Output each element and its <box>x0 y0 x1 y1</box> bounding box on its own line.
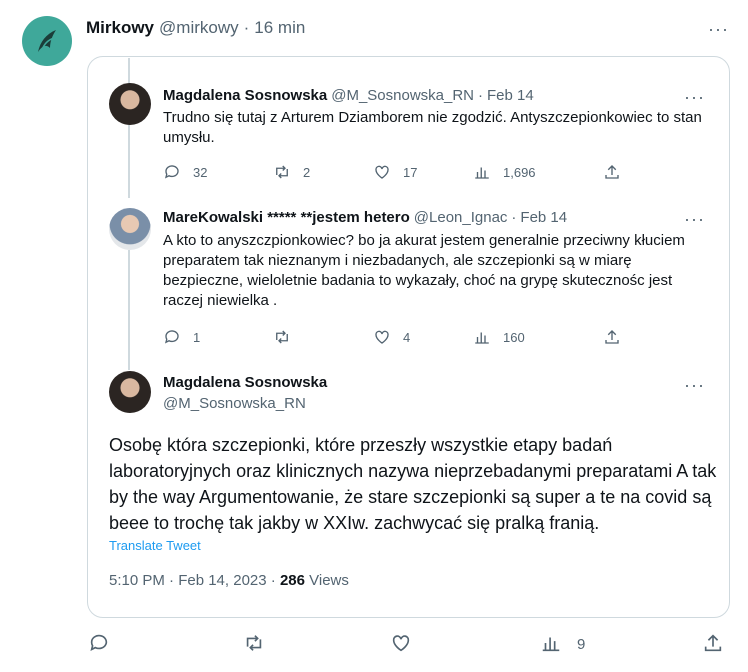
heart-icon[interactable] <box>390 632 412 654</box>
avatar[interactable] <box>22 16 72 66</box>
views-count: 160 <box>503 329 525 345</box>
views-button[interactable]: 1,696 <box>473 163 603 181</box>
heart-icon <box>375 165 389 179</box>
author-handle[interactable]: @M_Sosnowska_RN <box>331 87 474 104</box>
author-name[interactable]: Magdalena Sosnowska <box>163 374 327 391</box>
more-options-button[interactable]: ··· <box>684 210 705 228</box>
views-count: 1,696 <box>503 164 536 180</box>
author-name[interactable]: Magdalena Sosnowska <box>163 87 327 104</box>
tweet-date[interactable]: Feb 14 <box>520 209 567 226</box>
analytics-icon <box>475 332 489 344</box>
reply-count: 1 <box>193 329 201 345</box>
author-name-text: Magdalena Sosnowska <box>163 374 328 391</box>
like-count: 17 <box>403 164 418 180</box>
thread-connector <box>128 250 130 370</box>
separator: · <box>478 87 483 104</box>
views-count: 286 <box>279 572 305 589</box>
views-count: 9 <box>577 636 586 653</box>
author-handle-text: @M_Sosnowska_RN <box>163 395 306 412</box>
retweet-icon[interactable] <box>243 632 265 654</box>
avatar[interactable] <box>109 371 151 413</box>
tweet-actions: 1 4 160 <box>163 328 621 346</box>
like-button[interactable]: 17 <box>373 163 473 181</box>
views-label: Views <box>304 572 349 589</box>
heart-icon <box>375 330 389 344</box>
main-tweet-text: Osobę która szczepionki, które przeszły … <box>109 435 717 533</box>
thread-connector <box>128 58 130 198</box>
outer-tweet-header: Mirkowy @mirkowy · 16 min <box>86 18 305 38</box>
retweet-count: 2 <box>303 164 311 180</box>
author-handle[interactable]: @Leon_Ignac <box>414 209 508 226</box>
share-icon <box>605 165 619 179</box>
more-options-button[interactable]: ··· <box>708 20 729 38</box>
retweet-button[interactable] <box>273 328 373 346</box>
reply-button[interactable]: 1 <box>163 328 273 346</box>
share-button[interactable] <box>603 163 621 181</box>
outer-tweet-actions: 9 <box>0 632 748 658</box>
tweet-text: A kto to anyszczpionkowiec? bo ja akurat… <box>163 232 685 309</box>
retweet-button[interactable]: 2 <box>273 163 373 181</box>
tweet-header: Magdalena Sosnowska @M_Sosnowska_RN · Fe… <box>163 87 534 104</box>
analytics-icon[interactable] <box>540 632 562 654</box>
reply-icon <box>164 165 179 179</box>
leaf-logo-icon <box>38 30 56 52</box>
author-handle[interactable]: @mirkowy <box>159 18 239 38</box>
separator: · <box>243 18 250 37</box>
analytics-icon <box>475 167 489 179</box>
retweet-icon <box>276 165 288 179</box>
share-icon[interactable] <box>702 632 724 654</box>
views-button[interactable]: 160 <box>473 328 603 346</box>
tweet-text: Trudno się tutaj z Arturem Dziamborem ni… <box>163 109 702 146</box>
tweet-time[interactable]: 16 min <box>254 18 305 38</box>
tweet-header: MareKowalski ***** **jestem hetero @Leon… <box>163 209 567 226</box>
avatar[interactable] <box>109 208 151 250</box>
author-name[interactable]: MareKowalski ***** **jestem hetero <box>163 209 410 226</box>
author-name[interactable]: Mirkowy <box>86 18 154 38</box>
share-icon <box>605 330 619 344</box>
reply-icon[interactable] <box>88 632 110 654</box>
retweet-icon <box>276 330 288 344</box>
like-button[interactable]: 4 <box>373 328 473 346</box>
tweet-timestamp[interactable]: 5:10 PM · Feb 14, 2023 · <box>109 572 280 589</box>
reply-count: 32 <box>193 164 208 180</box>
tweet-actions: 32 2 17 1,696 <box>163 163 621 181</box>
translate-tweet-link[interactable]: Translate Tweet <box>109 538 201 553</box>
like-count: 4 <box>403 329 411 345</box>
reply-button[interactable]: 32 <box>163 163 273 181</box>
author-handle[interactable]: @M_Sosnowska_RN <box>163 395 306 412</box>
tweet-meta: 5:10 PM · Feb 14, 2023 · 286 Views <box>109 572 349 589</box>
more-options-button[interactable]: ··· <box>684 376 705 394</box>
share-button[interactable] <box>603 328 621 346</box>
avatar[interactable] <box>109 83 151 125</box>
separator: · <box>511 209 517 226</box>
tweet-date[interactable]: Feb 14 <box>487 87 534 104</box>
reply-icon <box>164 330 179 344</box>
more-options-button[interactable]: ··· <box>684 88 705 106</box>
